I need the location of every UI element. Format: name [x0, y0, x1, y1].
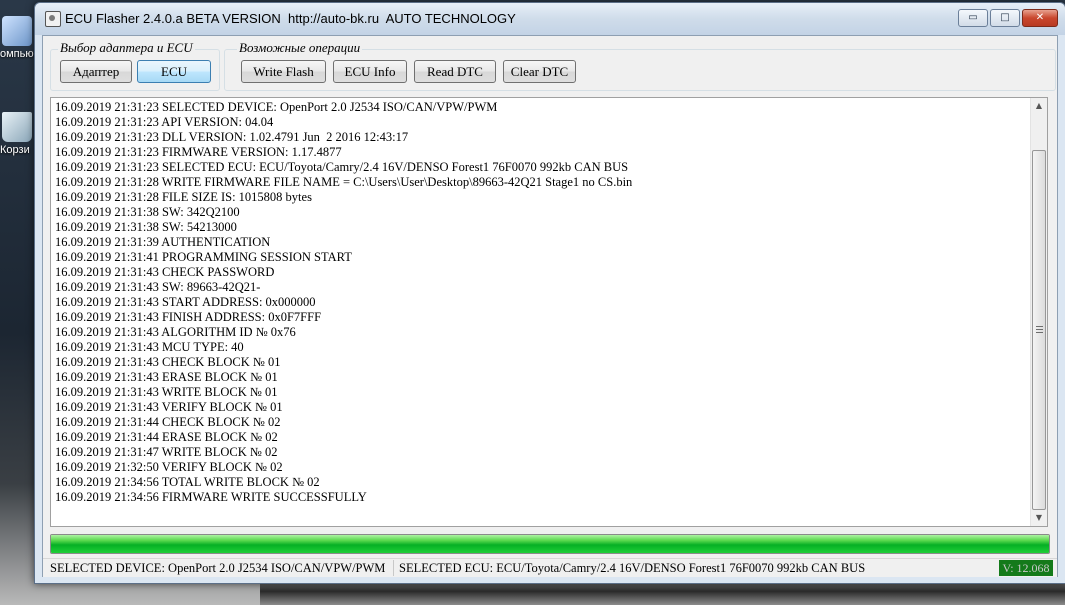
adapter-group-legend: Выбор адаптера и ECU [58, 40, 195, 56]
log-line: 16.09.2019 21:31:23 SELECTED ECU: ECU/To… [55, 160, 629, 174]
operations-group: Возможные операции Write Flash ECU Info … [224, 40, 1056, 91]
scroll-thumb[interactable] [1032, 150, 1046, 510]
recycle-bin-icon [2, 112, 32, 142]
ecu-flasher-window: ECU Flasher 2.4.0.a BETA VERSION http://… [34, 2, 1065, 584]
scroll-up-icon[interactable]: ▲ [1031, 98, 1047, 114]
log-textbox[interactable]: 16.09.2019 21:31:23 SELECTED DEVICE: Ope… [50, 97, 1048, 527]
ecu-info-button[interactable]: ECU Info [333, 60, 407, 83]
log-line: 16.09.2019 21:31:23 SELECTED DEVICE: Ope… [55, 100, 498, 114]
log-line: 16.09.2019 21:31:43 SW: 89663-42Q21- [55, 280, 261, 294]
log-line: 16.09.2019 21:31:43 WRITE BLOCK № 01 [55, 385, 278, 399]
log-line: 16.09.2019 21:32:50 VERIFY BLOCK № 02 [55, 460, 283, 474]
scroll-down-icon[interactable]: ▼ [1031, 510, 1047, 526]
log-line: 16.09.2019 21:31:43 ALGORITHM ID № 0x76 [55, 325, 296, 339]
log-line: 16.09.2019 21:31:47 WRITE BLOCK № 02 [55, 445, 278, 459]
log-line: 16.09.2019 21:34:56 FIRMWARE WRITE SUCCE… [55, 490, 367, 504]
log-line: 16.09.2019 21:31:41 PROGRAMMING SESSION … [55, 250, 352, 264]
log-lines: 16.09.2019 21:31:23 SELECTED DEVICE: Ope… [55, 100, 1027, 505]
close-button[interactable]: ✕ [1022, 9, 1058, 27]
desktop-icon-computer[interactable]: омпьюг [0, 16, 34, 60]
window-title: ECU Flasher 2.4.0.a BETA VERSION http://… [65, 11, 516, 26]
scroll-grip-icon [1036, 326, 1043, 333]
adapter-button[interactable]: Адаптер [60, 60, 132, 83]
log-line: 16.09.2019 21:31:23 DLL VERSION: 1.02.47… [55, 130, 409, 144]
log-line: 16.09.2019 21:31:23 FIRMWARE VERSION: 1.… [55, 145, 342, 159]
progress-fill [51, 535, 1049, 553]
log-line: 16.09.2019 21:31:28 WRITE FIRMWARE FILE … [55, 175, 633, 189]
log-line: 16.09.2019 21:31:44 CHECK BLOCK № 02 [55, 415, 281, 429]
write-flash-button[interactable]: Write Flash [241, 60, 326, 83]
clear-dtc-button[interactable]: Clear DTC [503, 60, 576, 83]
adapter-ecu-group: Выбор адаптера и ECU Адаптер ECU [50, 40, 220, 91]
log-line: 16.09.2019 21:31:28 FILE SIZE IS: 101580… [55, 190, 312, 204]
log-line: 16.09.2019 21:31:38 SW: 54213000 [55, 220, 237, 234]
app-icon[interactable] [45, 11, 61, 27]
log-line: 16.09.2019 21:31:23 API VERSION: 04.04 [55, 115, 274, 129]
desktop-background [260, 582, 1065, 605]
status-selected-device: SELECTED DEVICE: OpenPort 2.0 J2534 ISO/… [50, 561, 386, 575]
computer-icon [2, 16, 32, 46]
version-badge: V: 12.068 [999, 560, 1053, 576]
log-line: 16.09.2019 21:31:38 SW: 342Q2100 [55, 205, 240, 219]
log-line: 16.09.2019 21:31:43 ERASE BLOCK № 01 [55, 370, 278, 384]
minimize-button[interactable]: ▭ [958, 9, 988, 27]
progress-bar [50, 534, 1050, 554]
client-area: Выбор адаптера и ECU Адаптер ECU Возможн… [42, 35, 1058, 577]
desktop-icon-label: омпьюг [0, 48, 34, 60]
log-line: 16.09.2019 21:31:43 VERIFY BLOCK № 01 [55, 400, 283, 414]
status-selected-ecu: SELECTED ECU: ECU/Toyota/Camry/2.4 16V/D… [399, 561, 866, 575]
desktop-icon-label: Корзи [0, 144, 30, 156]
log-line: 16.09.2019 21:31:44 ERASE BLOCK № 02 [55, 430, 278, 444]
operations-group-legend: Возможные операции [237, 40, 363, 56]
log-line: 16.09.2019 21:31:39 AUTHENTICATION [55, 235, 271, 249]
ecu-button[interactable]: ECU [137, 60, 211, 83]
log-line: 16.09.2019 21:34:56 TOTAL WRITE BLOCK № … [55, 475, 320, 489]
title-bar[interactable]: ECU Flasher 2.4.0.a BETA VERSION http://… [35, 3, 1065, 35]
log-scrollbar[interactable]: ▲ ▼ [1030, 98, 1047, 526]
log-line: 16.09.2019 21:31:43 MCU TYPE: 40 [55, 340, 244, 354]
status-bar: SELECTED DEVICE: OpenPort 2.0 J2534 ISO/… [43, 558, 1057, 577]
log-line: 16.09.2019 21:31:43 CHECK BLOCK № 01 [55, 355, 281, 369]
log-line: 16.09.2019 21:31:43 START ADDRESS: 0x000… [55, 295, 316, 309]
log-line: 16.09.2019 21:31:43 CHECK PASSWORD [55, 265, 275, 279]
maximize-button[interactable]: □ [990, 9, 1020, 27]
desktop-icon-recycle-bin[interactable]: Корзи [0, 112, 34, 156]
read-dtc-button[interactable]: Read DTC [414, 60, 496, 83]
status-separator [393, 560, 394, 576]
log-line: 16.09.2019 21:31:43 FINISH ADDRESS: 0x0F… [55, 310, 322, 324]
